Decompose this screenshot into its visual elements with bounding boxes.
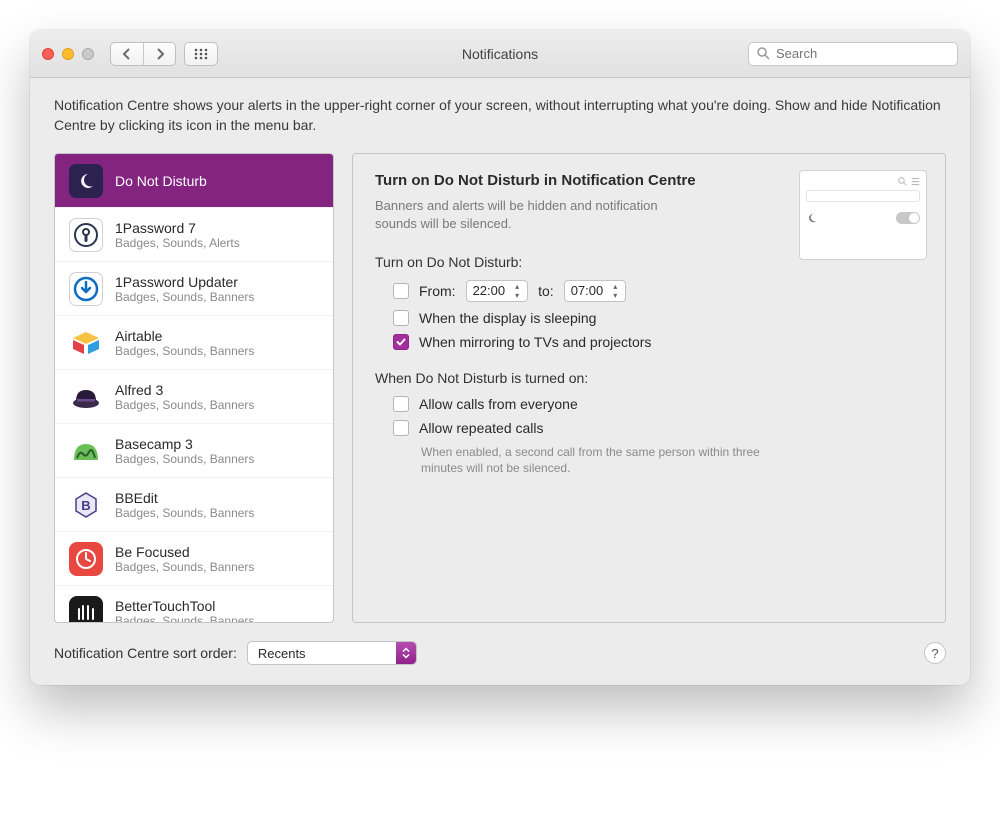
sleeping-label: When the display is sleeping — [419, 310, 596, 326]
search-icon — [757, 47, 770, 60]
sort-order-select[interactable]: Recents — [247, 641, 417, 665]
title-bar: Notifications — [30, 30, 970, 78]
app-icon — [69, 326, 103, 360]
sidebar-item-subtitle: Badges, Sounds, Banners — [115, 344, 254, 358]
sidebar-item-alfred[interactable]: Alfred 3 Badges, Sounds, Banners — [55, 370, 333, 424]
stepper-down[interactable]: ▾ — [609, 291, 621, 300]
sidebar-item-dnd[interactable]: Do Not Disturb — [55, 154, 333, 208]
svg-text:B: B — [81, 498, 90, 513]
footer: Notification Centre sort order: Recents … — [54, 641, 946, 665]
repeated-hint: When enabled, a second call from the sam… — [421, 444, 781, 478]
sidebar-item-subtitle: Badges, Sounds, Banners — [115, 560, 254, 574]
content-body: Notification Centre shows your alerts in… — [30, 78, 970, 685]
from-time-value: 22:00 — [473, 283, 506, 298]
nav-back-button[interactable] — [111, 43, 143, 65]
allow-everyone-row: Allow calls from everyone — [393, 396, 923, 412]
sidebar-item-bbedit[interactable]: B BBEdit Badges, Sounds, Banners — [55, 478, 333, 532]
sidebar-item-befocused[interactable]: Be Focused Badges, Sounds, Banners — [55, 532, 333, 586]
dnd-schedule-row: From: 22:00 ▴ ▾ to: 07:00 ▴ ▾ — [393, 280, 923, 302]
window-controls — [42, 48, 94, 60]
sidebar-item-label: BBEdit — [115, 490, 254, 506]
sidebar-item-label: Be Focused — [115, 544, 254, 560]
mirroring-checkbox[interactable] — [393, 334, 409, 350]
sidebar-item-label: BetterTouchTool — [115, 598, 254, 614]
sidebar-item-label: 1Password Updater — [115, 274, 254, 290]
show-all-button[interactable] — [184, 42, 218, 66]
to-time-value: 07:00 — [571, 283, 604, 298]
stepper-down[interactable]: ▾ — [511, 291, 523, 300]
sidebar-item-label: Do Not Disturb — [115, 173, 207, 189]
moon-icon — [806, 212, 818, 224]
intro-text: Notification Centre shows your alerts in… — [54, 96, 946, 135]
sidebar-item-subtitle: Badges, Sounds, Banners — [115, 398, 254, 412]
sidebar-item-label: Airtable — [115, 328, 254, 344]
list-icon — [911, 177, 920, 186]
search-input[interactable] — [774, 45, 949, 62]
allow-everyone-checkbox[interactable] — [393, 396, 409, 412]
allow-repeated-checkbox[interactable] — [393, 420, 409, 436]
zoom-button[interactable] — [82, 48, 94, 60]
to-label: to: — [538, 283, 554, 299]
sidebar-item-label: Alfred 3 — [115, 382, 254, 398]
minimize-button[interactable] — [62, 48, 74, 60]
detail-pane: Turn on Do Not Disturb in Notification C… — [352, 153, 946, 623]
search-icon — [898, 177, 907, 186]
detail-hint: Banners and alerts will be hidden and no… — [375, 197, 665, 233]
sidebar-item-subtitle: Badges, Sounds, Banners — [115, 452, 254, 466]
chevron-updown-icon — [396, 642, 416, 664]
app-icon — [69, 380, 103, 414]
when-on-section-label: When Do Not Disturb is turned on: — [375, 370, 923, 386]
from-label: From: — [419, 283, 456, 299]
allow-repeated-label: Allow repeated calls — [419, 420, 544, 436]
app-icon — [69, 218, 103, 252]
search-field[interactable] — [748, 42, 958, 66]
app-icon: B — [69, 488, 103, 522]
app-icon — [69, 434, 103, 468]
app-icon — [69, 272, 103, 306]
stepper-up[interactable]: ▴ — [609, 282, 621, 291]
stepper-up[interactable]: ▴ — [511, 282, 523, 291]
sidebar-item-airtable[interactable]: Airtable Badges, Sounds, Banners — [55, 316, 333, 370]
schedule-checkbox[interactable] — [393, 283, 409, 299]
sidebar-item-1password[interactable]: 1Password 7 Badges, Sounds, Alerts — [55, 208, 333, 262]
sidebar-item-label: Basecamp 3 — [115, 436, 254, 452]
sidebar-item-btt[interactable]: BetterTouchTool Badges, Sounds, Banners — [55, 586, 333, 623]
allow-repeated-row: Allow repeated calls — [393, 420, 923, 436]
sidebar-item-subtitle: Badges, Sounds, Banners — [115, 614, 254, 624]
nav-segment — [110, 42, 176, 66]
allow-everyone-label: Allow calls from everyone — [419, 396, 578, 412]
app-list[interactable]: Do Not Disturb 1Password 7 Badges, Sound… — [54, 153, 334, 623]
sidebar-item-1password-updater[interactable]: 1Password Updater Badges, Sounds, Banner… — [55, 262, 333, 316]
close-button[interactable] — [42, 48, 54, 60]
nav-forward-button[interactable] — [143, 43, 175, 65]
app-icon — [69, 542, 103, 576]
sidebar-item-label: 1Password 7 — [115, 220, 240, 236]
sidebar-item-basecamp[interactable]: Basecamp 3 Badges, Sounds, Banners — [55, 424, 333, 478]
to-time-field[interactable]: 07:00 ▴ ▾ — [564, 280, 627, 302]
sidebar-item-subtitle: Badges, Sounds, Alerts — [115, 236, 240, 250]
sidebar-item-subtitle: Badges, Sounds, Banners — [115, 506, 254, 520]
sort-order-value: Recents — [248, 646, 396, 661]
mirroring-label: When mirroring to TVs and projectors — [419, 334, 651, 350]
dnd-toggle-preview — [896, 212, 920, 224]
help-button[interactable]: ? — [924, 642, 946, 664]
sort-order-label: Notification Centre sort order: — [54, 645, 237, 661]
check-icon — [396, 337, 406, 347]
moon-icon — [69, 164, 103, 198]
dnd-sleeping-row: When the display is sleeping — [393, 310, 923, 326]
from-time-field[interactable]: 22:00 ▴ ▾ — [466, 280, 529, 302]
preferences-window: Notifications Notification Centre shows … — [30, 30, 970, 685]
sidebar-item-subtitle: Badges, Sounds, Banners — [115, 290, 254, 304]
notification-centre-preview — [799, 170, 927, 260]
dnd-mirroring-row: When mirroring to TVs and projectors — [393, 334, 923, 350]
panes: Do Not Disturb 1Password 7 Badges, Sound… — [54, 153, 946, 623]
sleeping-checkbox[interactable] — [393, 310, 409, 326]
app-icon — [69, 596, 103, 624]
